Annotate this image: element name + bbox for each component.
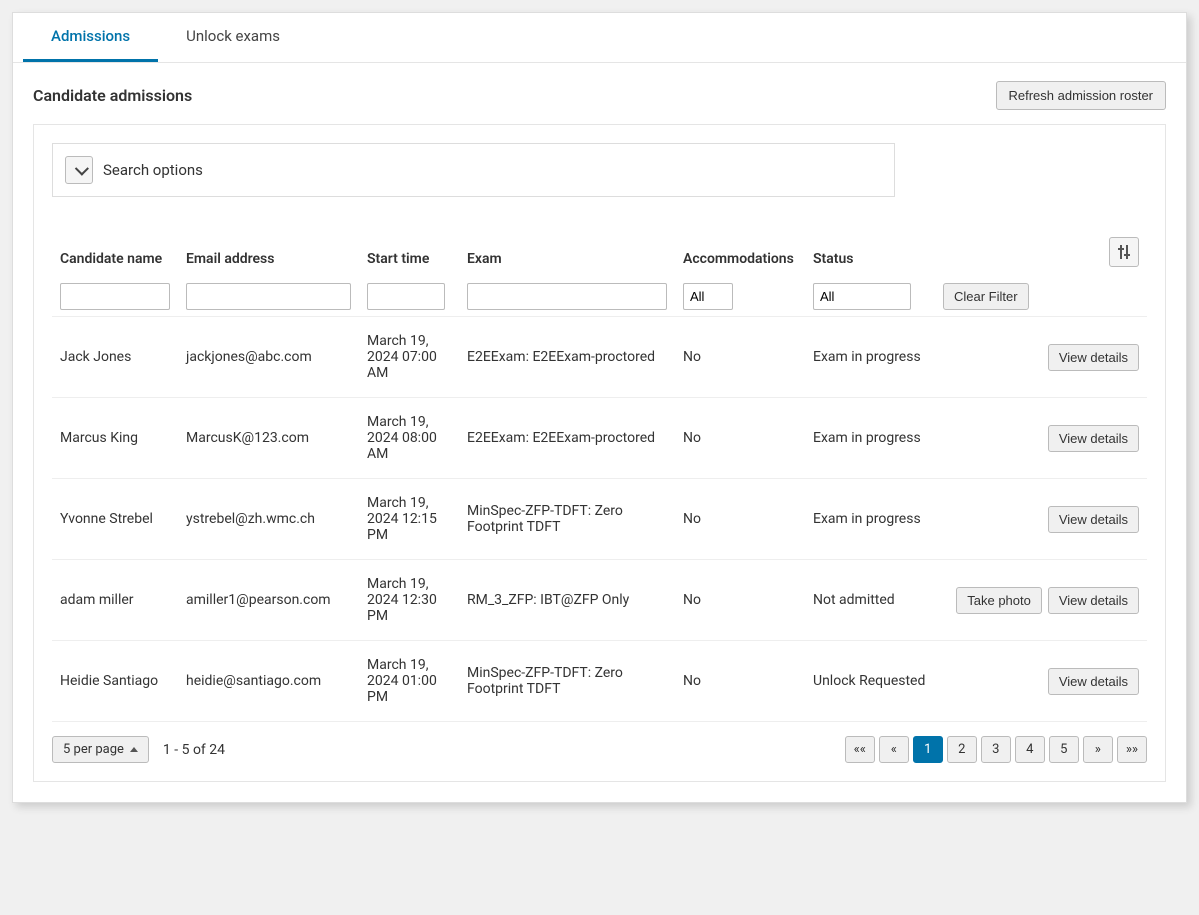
cell-accom: No	[675, 479, 805, 560]
filter-exam-input[interactable]	[467, 283, 667, 310]
filter-accom-select[interactable]	[683, 283, 733, 310]
tabs-bar: Admissions Unlock exams	[13, 13, 1186, 63]
cell-status: Exam in progress	[805, 479, 935, 560]
view-details-button[interactable]: View details	[1048, 425, 1139, 452]
refresh-roster-button[interactable]: Refresh admission roster	[996, 81, 1167, 110]
section-header: Candidate admissions Refresh admission r…	[33, 63, 1166, 124]
filter-email-input[interactable]	[186, 283, 351, 310]
table-row: adam milleramiller1@pearson.comMarch 19,…	[52, 560, 1147, 641]
per-page-selector[interactable]: 5 per page	[52, 736, 149, 763]
tab-admissions[interactable]: Admissions	[23, 13, 158, 62]
cell-email: ystrebel@zh.wmc.ch	[178, 479, 359, 560]
filter-row: Clear Filter	[52, 277, 1147, 317]
filter-status-select[interactable]	[813, 283, 911, 310]
page-first[interactable]: ««	[845, 736, 875, 763]
table-row: Jack Jonesjackjones@abc.comMarch 19, 202…	[52, 317, 1147, 398]
search-options-panel[interactable]: Search options	[52, 143, 895, 197]
sliders-icon	[1117, 245, 1131, 259]
column-settings-button[interactable]	[1109, 237, 1139, 267]
filter-start-input[interactable]	[367, 283, 445, 310]
cell-actions: View details	[935, 479, 1147, 560]
view-details-button[interactable]: View details	[1048, 587, 1139, 614]
cell-status: Unlock Requested	[805, 641, 935, 722]
cell-email: heidie@santiago.com	[178, 641, 359, 722]
cell-accom: No	[675, 398, 805, 479]
view-details-button[interactable]: View details	[1048, 668, 1139, 695]
cell-name: Marcus King	[52, 398, 178, 479]
page-prev[interactable]: «	[879, 736, 909, 763]
take-photo-button[interactable]: Take photo	[956, 587, 1042, 614]
cell-status: Exam in progress	[805, 317, 935, 398]
cell-accom: No	[675, 641, 805, 722]
cell-start: March 19, 2024 12:30 PM	[359, 560, 459, 641]
cell-start: March 19, 2024 08:00 AM	[359, 398, 459, 479]
filter-name-input[interactable]	[60, 283, 170, 310]
col-header-accom[interactable]: Accommodations	[675, 227, 805, 277]
admissions-window: Admissions Unlock exams Candidate admiss…	[12, 12, 1187, 803]
col-header-name[interactable]: Candidate name	[52, 227, 178, 277]
cell-start: March 19, 2024 01:00 PM	[359, 641, 459, 722]
cell-actions: View details	[935, 641, 1147, 722]
cell-actions: View details	[935, 317, 1147, 398]
cell-email: amiller1@pearson.com	[178, 560, 359, 641]
cell-name: Heidie Santiago	[52, 641, 178, 722]
cell-name: adam miller	[52, 560, 178, 641]
table-row: Heidie Santiagoheidie@santiago.comMarch …	[52, 641, 1147, 722]
content-box: Search options Candidate name Email addr…	[33, 124, 1166, 782]
cell-actions: View details	[935, 398, 1147, 479]
view-details-button[interactable]: View details	[1048, 344, 1139, 371]
range-text: 1 - 5 of 24	[163, 742, 225, 758]
table-row: Marcus KingMarcusK@123.comMarch 19, 2024…	[52, 398, 1147, 479]
cell-accom: No	[675, 560, 805, 641]
cell-accom: No	[675, 317, 805, 398]
search-options-label: Search options	[103, 161, 203, 179]
page-3[interactable]: 3	[981, 736, 1011, 763]
tab-unlock-exams[interactable]: Unlock exams	[158, 13, 308, 62]
section-title: Candidate admissions	[33, 86, 192, 105]
cell-status: Not admitted	[805, 560, 935, 641]
cell-email: jackjones@abc.com	[178, 317, 359, 398]
page-next[interactable]: »	[1083, 736, 1113, 763]
col-header-email[interactable]: Email address	[178, 227, 359, 277]
table-footer: 5 per page 1 - 5 of 24 «« « 12345 » »»	[52, 722, 1147, 763]
cell-actions: Take photoView details	[935, 560, 1147, 641]
cell-start: March 19, 2024 07:00 AM	[359, 317, 459, 398]
table-row: Yvonne Strebelystrebel@zh.wmc.chMarch 19…	[52, 479, 1147, 560]
caret-up-icon	[130, 747, 138, 752]
view-details-button[interactable]: View details	[1048, 506, 1139, 533]
cell-start: March 19, 2024 12:15 PM	[359, 479, 459, 560]
cell-exam: E2EExam: E2EExam-proctored	[459, 398, 675, 479]
page-5[interactable]: 5	[1049, 736, 1079, 763]
clear-filter-button[interactable]: Clear Filter	[943, 283, 1029, 310]
page-1[interactable]: 1	[913, 736, 943, 763]
cell-status: Exam in progress	[805, 398, 935, 479]
page-4[interactable]: 4	[1015, 736, 1045, 763]
cell-exam: MinSpec-ZFP-TDFT: Zero Footprint TDFT	[459, 479, 675, 560]
col-header-exam[interactable]: Exam	[459, 227, 675, 277]
per-page-label: 5 per page	[63, 742, 124, 757]
cell-email: MarcusK@123.com	[178, 398, 359, 479]
cell-name: Jack Jones	[52, 317, 178, 398]
col-header-status[interactable]: Status	[805, 227, 935, 277]
search-options-toggle[interactable]	[65, 156, 93, 184]
cell-exam: RM_3_ZFP: IBT@ZFP Only	[459, 560, 675, 641]
admissions-table: Candidate name Email address Start time …	[52, 227, 1147, 722]
cell-name: Yvonne Strebel	[52, 479, 178, 560]
cell-exam: E2EExam: E2EExam-proctored	[459, 317, 675, 398]
pagination: «« « 12345 » »»	[845, 736, 1147, 763]
page-last[interactable]: »»	[1117, 736, 1147, 763]
cell-exam: MinSpec-ZFP-TDFT: Zero Footprint TDFT	[459, 641, 675, 722]
col-header-start[interactable]: Start time	[359, 227, 459, 277]
page-2[interactable]: 2	[947, 736, 977, 763]
